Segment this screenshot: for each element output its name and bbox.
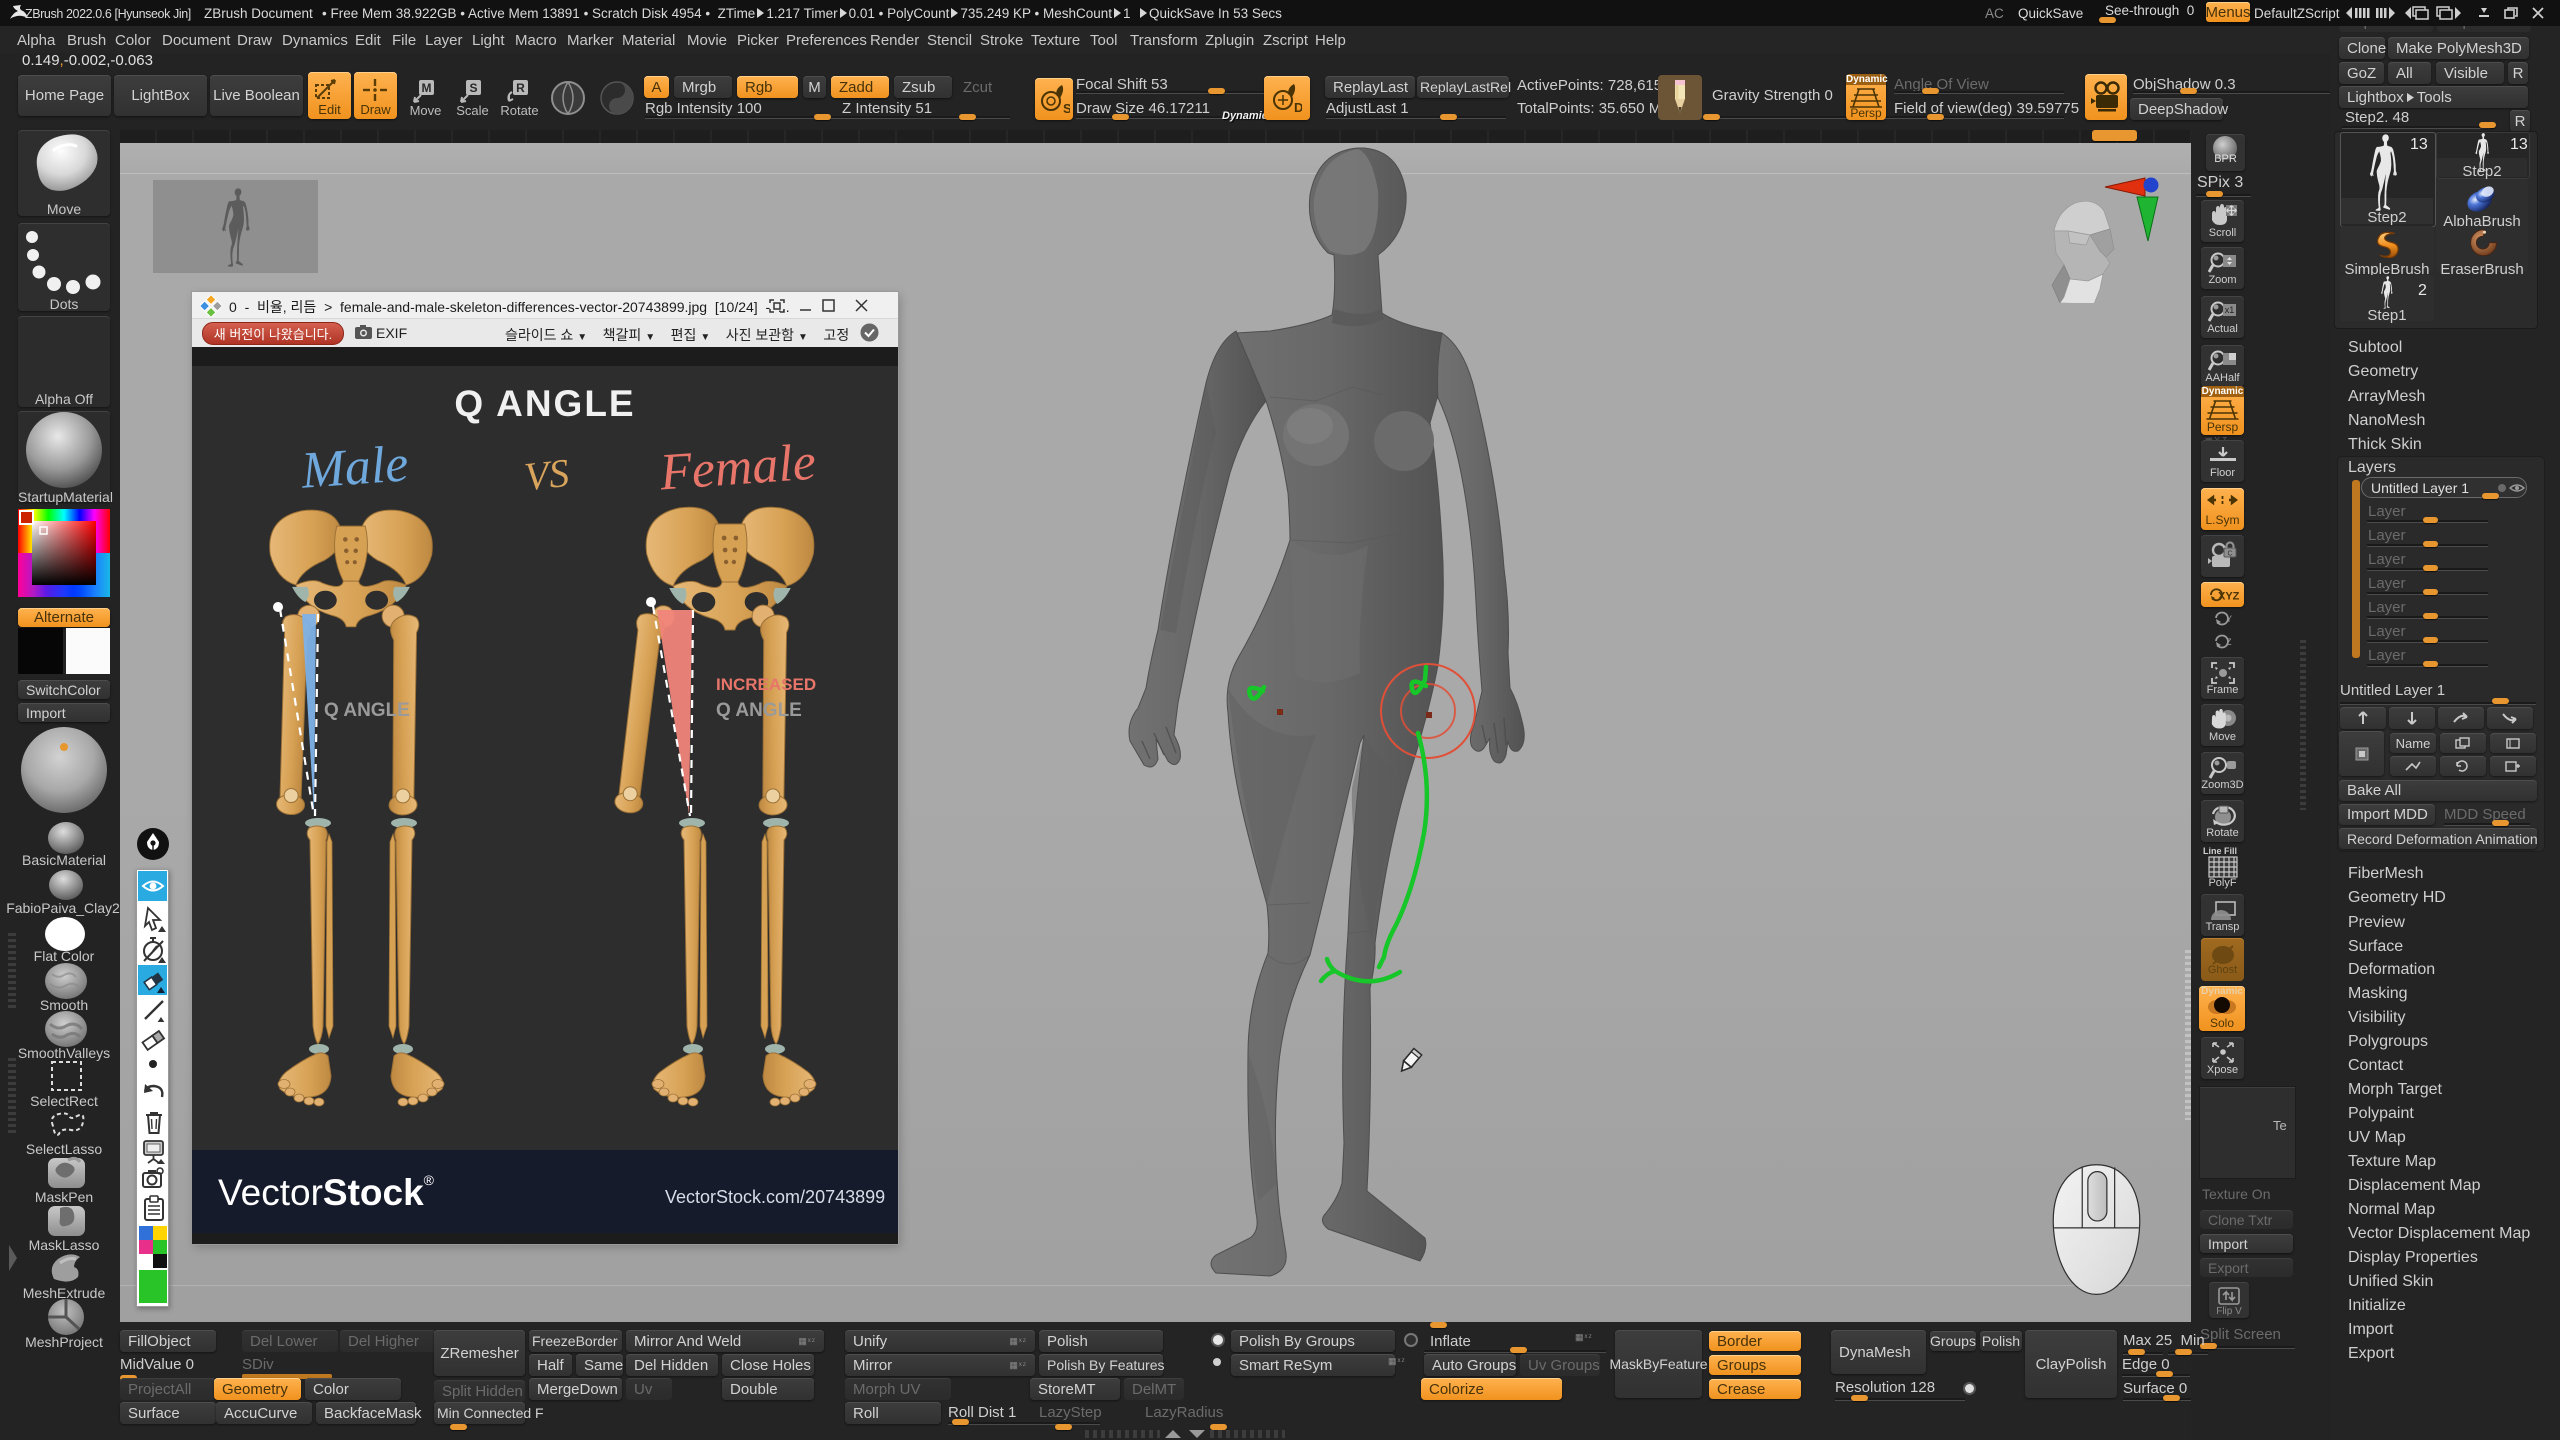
svg-text:Q ANGLE: Q ANGLE xyxy=(324,700,410,721)
svg-text:Q ANGLE: Q ANGLE xyxy=(716,700,802,721)
svg-text:XYZ: XYZ xyxy=(2218,590,2240,602)
svg-text:C: C xyxy=(2227,551,2232,558)
svg-text:S: S xyxy=(1063,101,1070,116)
svg-text:Female: Female xyxy=(657,434,818,502)
svg-text:VS: VS xyxy=(522,450,571,499)
svg-text:M: M xyxy=(422,81,432,95)
svg-text:D: D xyxy=(1294,100,1302,115)
svg-text:INCREASED: INCREASED xyxy=(716,675,816,694)
svg-text:Z: Z xyxy=(2226,637,2232,647)
svg-text:Q ANGLE: Q ANGLE xyxy=(454,383,635,424)
svg-text:R: R xyxy=(516,81,525,95)
svg-text:x1: x1 xyxy=(2225,305,2235,315)
svg-text:Male: Male xyxy=(299,435,411,499)
svg-text:S: S xyxy=(469,81,477,95)
svg-text:Y: Y xyxy=(2226,614,2232,624)
